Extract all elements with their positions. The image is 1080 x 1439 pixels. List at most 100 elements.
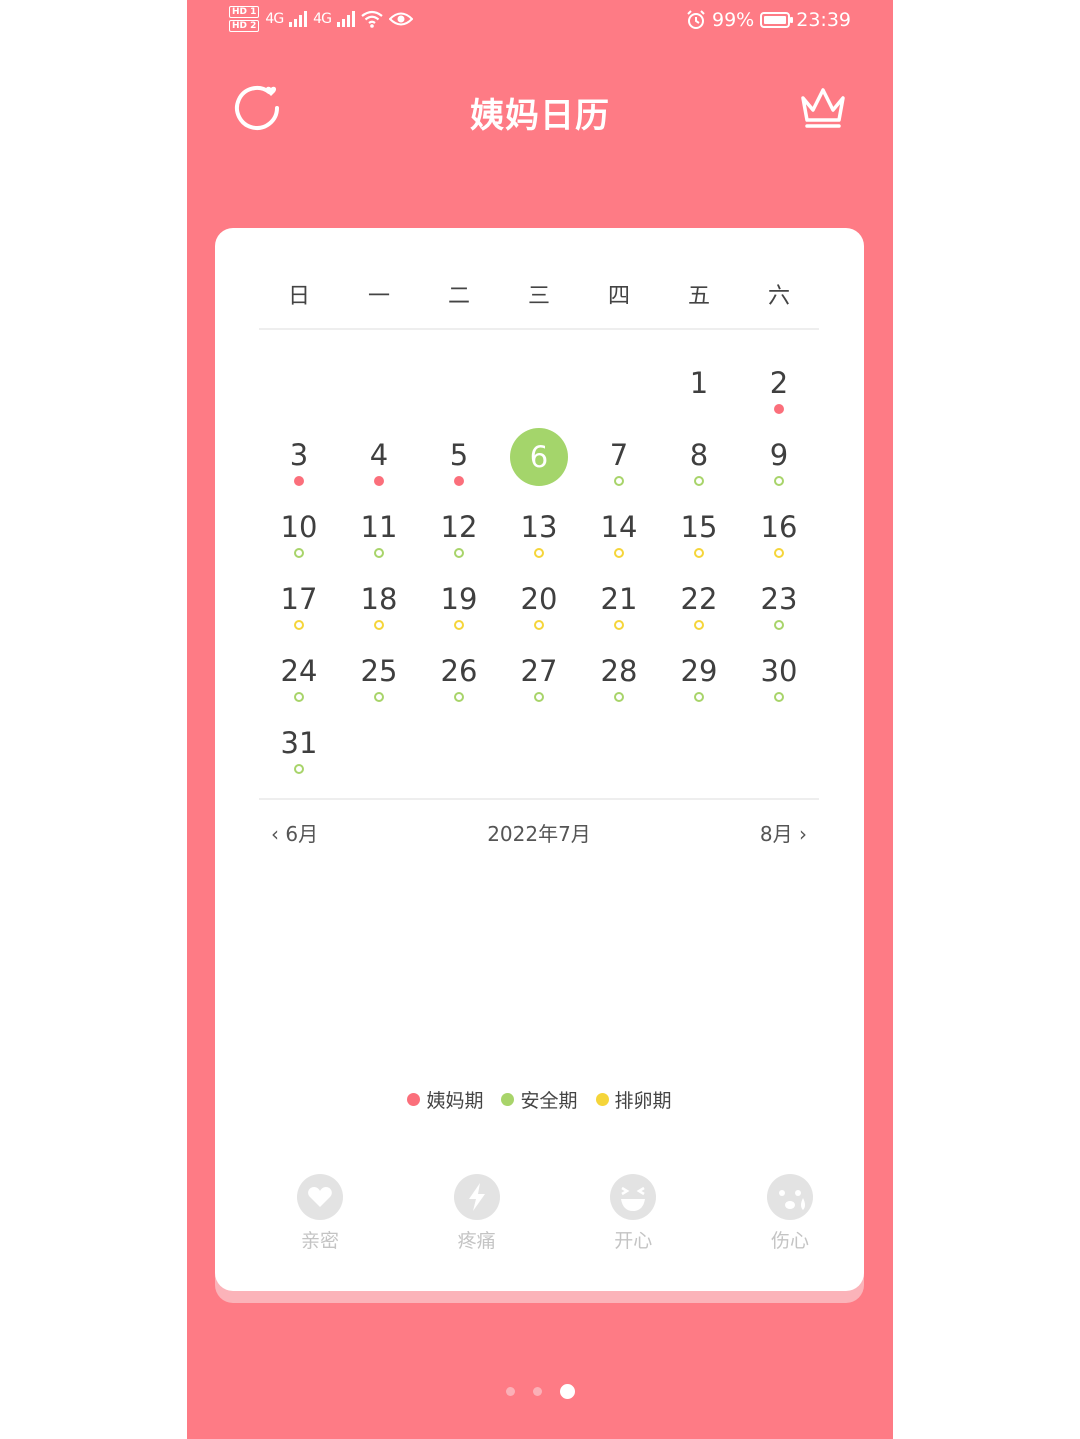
day-cell[interactable]: 5 — [419, 432, 499, 504]
safe-marker — [294, 692, 304, 702]
current-month-label: 2022年7月 — [487, 822, 591, 846]
day-cell[interactable]: 11 — [339, 504, 419, 576]
safe-marker — [614, 692, 624, 702]
day-cell[interactable]: 22 — [659, 576, 739, 648]
next-month-label: 8月 — [759, 822, 793, 846]
signal2-label: 4G — [313, 11, 332, 27]
day-cell[interactable]: 15 — [659, 504, 739, 576]
day-cell[interactable]: 31 — [259, 720, 339, 792]
safe-marker — [534, 692, 544, 702]
day-cell[interactable]: 17 — [259, 576, 339, 648]
page-dot[interactable] — [505, 1387, 515, 1396]
ovulation-marker — [534, 548, 544, 558]
safe-marker — [294, 548, 304, 558]
day-number: 8 — [689, 438, 709, 472]
day-cell[interactable]: 7 — [579, 432, 659, 504]
day-cell[interactable]: 16 — [739, 504, 819, 576]
day-cell[interactable]: 12 — [419, 504, 499, 576]
day-number: 20 — [520, 582, 558, 616]
day-number: 22 — [680, 582, 718, 616]
ovulation-marker — [694, 620, 704, 630]
signal-bars-icon — [336, 11, 355, 27]
page-dot[interactable] — [532, 1387, 542, 1396]
day-cell[interactable]: 18 — [339, 576, 419, 648]
day-cell[interactable]: 30 — [739, 648, 819, 720]
day-cell[interactable]: 21 — [579, 576, 659, 648]
period-marker — [454, 476, 464, 486]
battery-icon — [760, 12, 794, 28]
day-number: 24 — [280, 654, 318, 688]
calendar-card: 日一二三四五六 1 2 3 4 5 6 7 8 9 10 11 12 13 14 15 16 17 18 19 20 2… — [215, 228, 864, 1291]
divider — [259, 328, 819, 330]
safe-marker — [374, 548, 384, 558]
day-number: 6 — [529, 440, 549, 474]
day-number: 21 — [600, 582, 638, 616]
divider — [259, 798, 819, 800]
day-number: 25 — [360, 654, 398, 688]
legend-item: 姨妈期 — [407, 1086, 483, 1113]
day-number: 2 — [769, 366, 789, 400]
day-cell[interactable]: 26 — [419, 648, 499, 720]
mood-label: 疼痛 — [457, 1230, 496, 1252]
day-cell-today[interactable]: 6 — [499, 428, 579, 504]
day-cell[interactable]: 4 — [339, 432, 419, 504]
page-dot[interactable] — [559, 1384, 575, 1399]
empty-cell — [499, 360, 579, 432]
mood-sad-button[interactable]: 伤心 — [745, 1174, 835, 1253]
legend-label: 安全期 — [520, 1090, 578, 1112]
day-cell[interactable]: 1 — [659, 360, 739, 432]
period-marker — [374, 476, 384, 486]
laughing-face-icon — [610, 1174, 657, 1220]
day-cell[interactable]: 28 — [579, 648, 659, 720]
eye-icon — [388, 12, 413, 26]
empty-cell — [579, 360, 659, 432]
period-marker — [294, 476, 304, 486]
period-marker — [774, 404, 784, 414]
day-cell[interactable]: 14 — [579, 504, 659, 576]
day-cell[interactable]: 24 — [259, 648, 339, 720]
day-cell[interactable]: 8 — [659, 432, 739, 504]
day-cell[interactable]: 27 — [499, 648, 579, 720]
day-cell[interactable]: 2 — [739, 360, 819, 432]
day-number: 4 — [369, 438, 389, 472]
day-number: 18 — [360, 582, 398, 616]
heart-icon — [297, 1174, 343, 1220]
next-month-button[interactable]: 8月 › — [760, 818, 807, 847]
month-navigation: ‹ 6月 2022年7月 8月 › — [259, 818, 819, 848]
day-cell[interactable]: 20 — [499, 576, 579, 648]
weekday-label: 三 — [527, 284, 550, 309]
crown-icon[interactable] — [797, 82, 849, 134]
clock-time: 23:39 — [796, 9, 851, 31]
hd-indicators: HD 1 HD 2 — [229, 6, 260, 32]
ovulation-marker — [374, 620, 384, 630]
mood-pain-button[interactable]: 疼痛 — [432, 1174, 522, 1253]
day-cell[interactable]: 23 — [739, 576, 819, 648]
status-right: 99% 23:39 — [686, 9, 851, 31]
weekday-header: 日一二三四五六 — [259, 278, 819, 310]
calendar-grid: 1 2 3 4 5 6 7 8 9 10 11 12 13 14 15 16 17 18 19 20 21 22 23 24 2… — [259, 360, 819, 792]
day-number: 12 — [440, 510, 478, 544]
day-cell[interactable]: 13 — [499, 504, 579, 576]
mood-happy-button[interactable]: 开心 — [588, 1174, 678, 1253]
battery-percent: 99% — [712, 9, 755, 31]
safe-marker — [774, 620, 784, 630]
day-number: 16 — [760, 510, 798, 544]
status-bar: HD 1 HD 2 4G 4G 99% 23:39 — [187, 0, 893, 44]
day-cell[interactable]: 3 — [259, 432, 339, 504]
hd1-badge: HD 1 — [229, 6, 260, 18]
safe-marker — [774, 476, 784, 486]
safe-marker — [454, 548, 464, 558]
page-title: 姨妈日历 — [470, 96, 610, 136]
day-cell[interactable]: 10 — [259, 504, 339, 576]
day-cell[interactable]: 25 — [339, 648, 419, 720]
alarm-icon — [687, 10, 705, 29]
mood-label: 亲密 — [300, 1230, 339, 1252]
day-cell[interactable]: 19 — [419, 576, 499, 648]
day-cell[interactable]: 9 — [739, 432, 819, 504]
signal1-label: 4G — [265, 11, 284, 27]
safe-marker — [774, 692, 784, 702]
mood-intimate-button[interactable]: 亲密 — [275, 1174, 365, 1253]
day-number: 9 — [769, 438, 789, 472]
day-cell[interactable]: 29 — [659, 648, 739, 720]
weekday-label: 五 — [687, 284, 710, 309]
